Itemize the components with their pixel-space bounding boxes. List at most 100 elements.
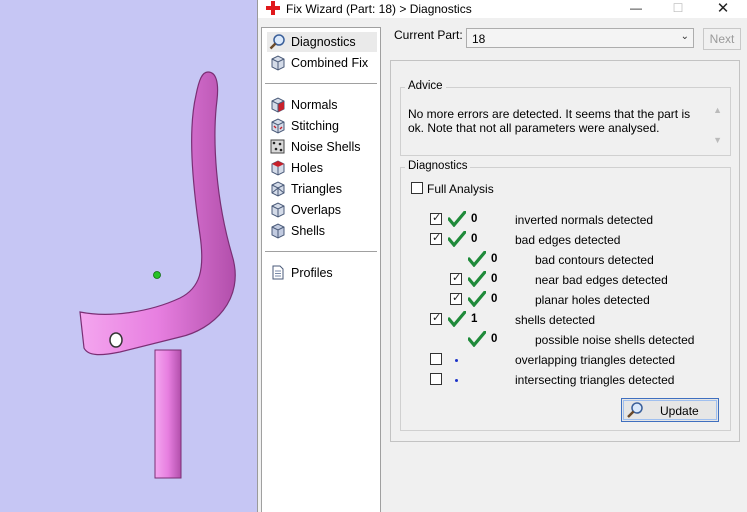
diagnostic-label: near bad edges detected	[535, 273, 668, 287]
diagnostic-count: 0	[491, 253, 498, 265]
nav-item-triangles[interactable]: Triangles	[267, 179, 377, 199]
chevron-down-icon: ⌄	[680, 31, 689, 42]
close-button[interactable]: ✕	[703, 0, 743, 18]
triangles-cube-icon	[271, 181, 285, 197]
current-part-select[interactable]: 18 ⌄	[466, 28, 694, 48]
stitching-cube-icon	[271, 118, 285, 134]
diagnostic-label: possible noise shells detected	[535, 333, 695, 347]
diagnostic-checkbox[interactable]	[430, 373, 442, 385]
diagnostic-row: 0 planar holes detected	[401, 291, 721, 309]
diagnostic-label: bad edges detected	[515, 233, 621, 247]
nav-label: Triangles	[291, 182, 342, 196]
diagnostic-row: 0 inverted normals detected	[401, 211, 721, 229]
nav-label: Normals	[291, 98, 338, 112]
nav-item-noise-shells[interactable]: Noise Shells	[267, 137, 377, 157]
diagnostic-label: inverted normals detected	[515, 213, 654, 227]
diagnostic-row: overlapping triangles detected	[401, 351, 721, 369]
check-ok-icon	[468, 291, 486, 307]
nav-separator	[265, 251, 377, 252]
diagnostic-count: 0	[471, 213, 478, 225]
diagnostics-title: Diagnostics	[405, 160, 471, 172]
diagnostic-row: 0 near bad edges detected	[401, 271, 721, 289]
nav-item-stitching[interactable]: Stitching	[267, 116, 377, 136]
part-hook	[79, 71, 236, 356]
scroll-down-icon[interactable]: ▼	[713, 135, 722, 145]
diagnostic-checkbox[interactable]	[450, 271, 462, 285]
check-ok-icon	[468, 251, 486, 267]
document-icon	[272, 265, 284, 280]
diagnostics-group: Diagnostics Full Analysis 0 inverted norm…	[400, 160, 731, 431]
maximize-button[interactable]: ☐	[658, 0, 698, 18]
update-label: Update	[660, 404, 699, 418]
nav-label: Holes	[291, 161, 323, 175]
diagnostic-checkbox[interactable]	[430, 353, 442, 365]
diagnostic-count: 0	[491, 333, 498, 345]
nav-item-overlaps[interactable]: Overlaps	[267, 200, 377, 220]
check-ok-icon	[468, 271, 486, 287]
holes-cube-icon	[271, 160, 285, 176]
magnifier-icon	[269, 34, 285, 50]
origin-marker	[153, 271, 161, 279]
nav-label: Shells	[291, 224, 326, 238]
part-model	[79, 71, 236, 479]
full-analysis-label: Full Analysis	[427, 182, 494, 196]
full-analysis-checkbox[interactable]	[411, 182, 423, 194]
nav-item-shells[interactable]: Shells	[267, 221, 377, 241]
fix-nav-panel: Diagnostics Combined Fix Normals Stitchi…	[261, 27, 381, 512]
noise-shells-icon	[270, 139, 285, 154]
nav-item-normals[interactable]: Normals	[267, 95, 377, 115]
title-bar: Fix Wizard (Part: 18) > Diagnostics — ☐ …	[258, 0, 747, 18]
nav-item-combined-fix[interactable]: Combined Fix	[267, 53, 377, 73]
diagnostic-row: 0 possible noise shells detected	[401, 331, 721, 349]
current-part-label: Current Part:	[394, 28, 463, 42]
nav-item-profiles[interactable]: Profiles	[267, 263, 377, 283]
minimize-button[interactable]: —	[616, 0, 656, 18]
update-button[interactable]: Update	[621, 398, 719, 422]
nav-label: Profiles	[291, 266, 333, 280]
diagnostic-count: 0	[491, 273, 498, 285]
diagnostic-label: bad contours detected	[535, 253, 654, 267]
scroll-up-icon[interactable]: ▲	[713, 105, 722, 115]
part-hole	[109, 332, 123, 348]
check-ok-icon	[448, 211, 466, 227]
window-title: Fix Wizard (Part: 18) > Diagnostics	[286, 2, 472, 16]
red-cross-icon	[266, 1, 280, 15]
nav-label: Stitching	[291, 119, 339, 133]
nav-separator	[265, 83, 377, 84]
diagnostic-count: 1	[471, 313, 478, 325]
check-ok-icon	[448, 311, 466, 327]
next-button[interactable]: Next	[703, 28, 741, 50]
nav-item-holes[interactable]: Holes	[267, 158, 377, 178]
diagnostic-count: 0	[471, 233, 478, 245]
diagnostic-label: planar holes detected	[535, 293, 650, 307]
nav-label: Overlaps	[291, 203, 342, 217]
advice-title: Advice	[405, 80, 446, 92]
nav-label: Noise Shells	[291, 140, 361, 154]
overlaps-cube-icon	[271, 202, 285, 218]
diagnostic-checkbox[interactable]	[430, 311, 442, 325]
diagnostic-checkbox[interactable]	[430, 231, 442, 245]
diagnostic-count: 0	[491, 293, 498, 305]
shells-cube-icon	[271, 223, 285, 239]
current-part-value: 18	[472, 32, 486, 46]
nav-label: Combined Fix	[291, 56, 369, 70]
cube-icon	[271, 55, 285, 71]
diagnostic-checkbox[interactable]	[430, 211, 442, 225]
diagnostic-label: intersecting triangles detected	[515, 373, 675, 387]
nav-label: Diagnostics	[291, 35, 356, 49]
diagnostic-row: 0 bad edges detected	[401, 231, 721, 249]
nav-item-diagnostics[interactable]: Diagnostics	[267, 32, 377, 52]
not-run-dot-icon	[455, 359, 458, 362]
advice-group: Advice No more errors are detected. It s…	[400, 80, 731, 156]
check-ok-icon	[448, 231, 466, 247]
diagnostic-checkbox[interactable]	[450, 291, 462, 305]
3d-viewport[interactable]	[0, 0, 257, 512]
magnifier-icon	[627, 402, 643, 418]
diagnostic-row: intersecting triangles detected	[401, 371, 721, 389]
normals-cube-icon	[271, 97, 285, 113]
part-stem	[154, 349, 182, 479]
not-run-dot-icon	[455, 379, 458, 382]
diagnostics-panel: Advice No more errors are detected. It s…	[390, 60, 740, 442]
diagnostic-label: overlapping triangles detected	[515, 353, 676, 367]
check-ok-icon	[468, 331, 486, 347]
